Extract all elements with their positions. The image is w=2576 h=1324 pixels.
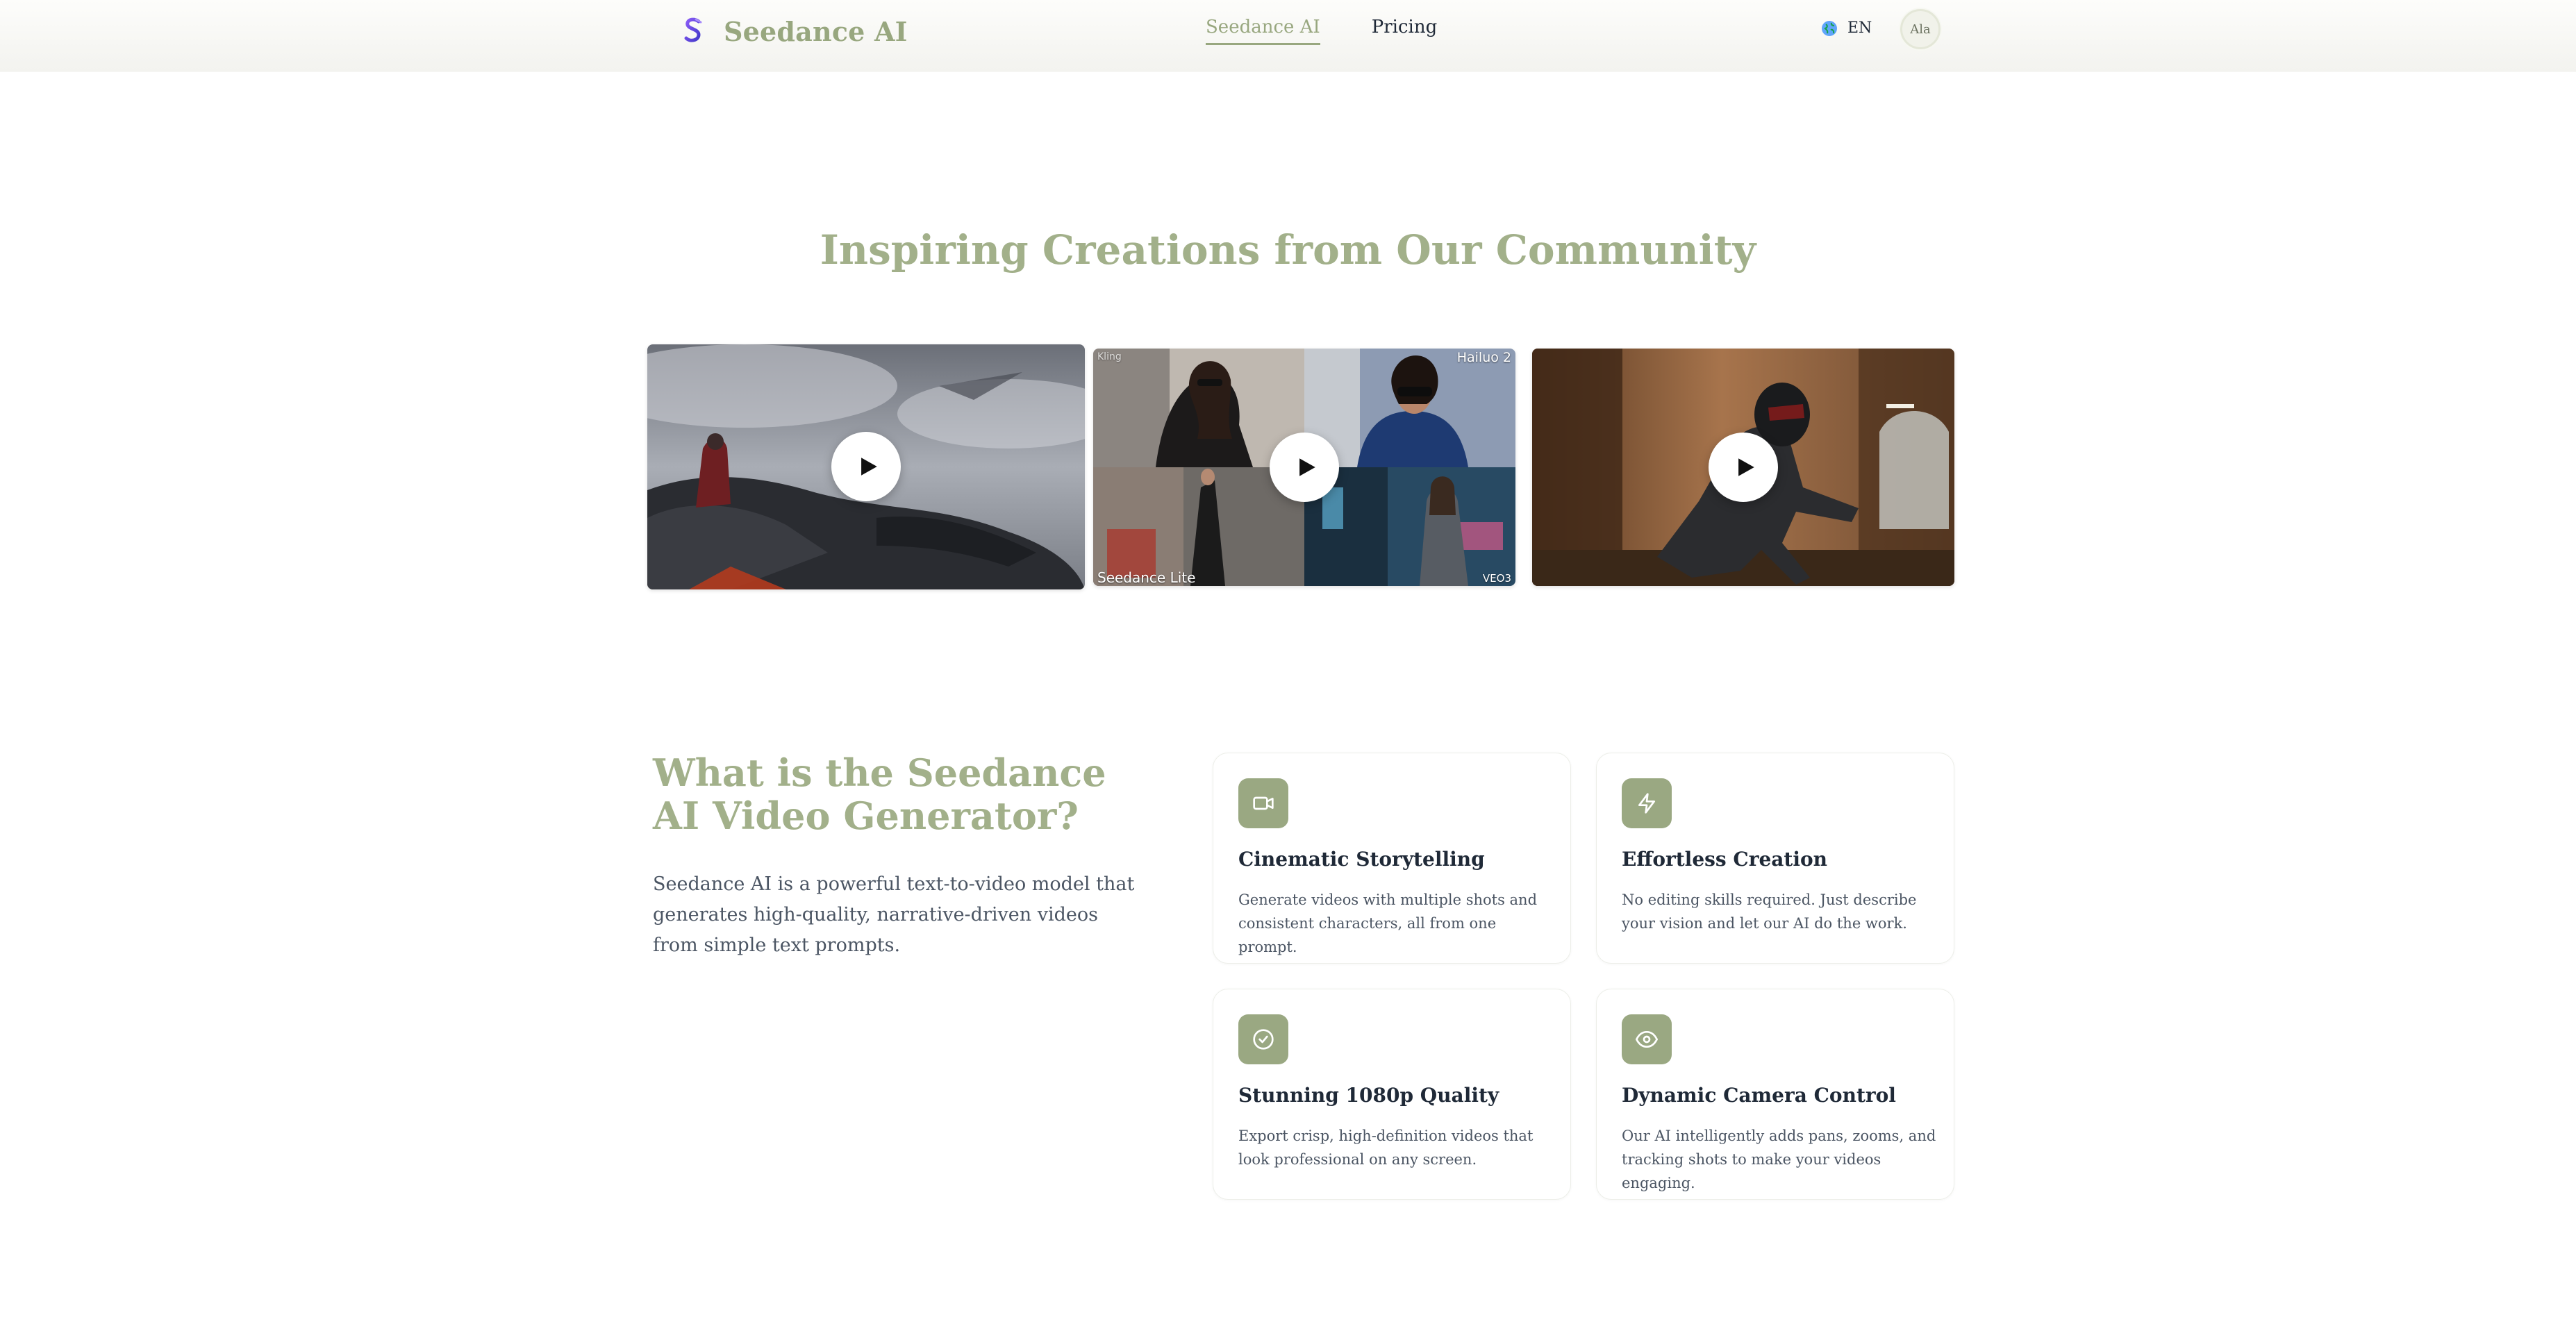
play-icon [1738,458,1754,476]
feature-description: No editing skills required. Just describ… [1622,891,1917,932]
video-card-running-man[interactable] [1532,349,1954,586]
model-tag-seedance-lite: Seedance Lite [1097,569,1196,586]
nav-item-seedance-ai[interactable]: Seedance AI [1206,17,1320,45]
feature-icon-box [1622,1014,1672,1064]
brand-logo[interactable]: Seedance AI [681,14,908,49]
avatar-initials: Ala [1910,22,1931,37]
play-icon [861,458,877,476]
seedance-logo-icon [684,17,702,42]
play-button[interactable] [1270,433,1339,502]
feature-description: Export crisp, high-definition videos tha… [1238,1128,1534,1168]
language-selector[interactable]: EN [1821,19,1872,37]
main-nav: Seedance AI Pricing [1206,17,1437,45]
model-tag-hailuo: Hailuo 2 [1456,350,1511,365]
feature-icon-box [1238,778,1288,828]
video-card-model-comparison[interactable]: Kling Hailuo 2 Seedance Lite VEO3 [1093,349,1515,586]
feature-card-effortless-creation: Effortless Creation No editing skills re… [1596,753,1954,964]
model-tag-kling: Kling [1097,351,1122,362]
feature-card-dynamic-camera: Dynamic Camera Control Our AI intelligen… [1596,989,1954,1200]
feature-description: Our AI intelligently adds pans, zooms, a… [1622,1128,1936,1191]
video-camera-icon [1253,796,1274,810]
feature-title: Cinematic Storytelling [1238,848,1485,871]
play-button[interactable] [831,432,901,501]
check-circle-icon [1253,1029,1274,1050]
feature-title: Stunning 1080p Quality [1238,1084,1499,1107]
feature-title: Dynamic Camera Control [1622,1084,1896,1107]
feature-card-cinematic-storytelling: Cinematic Storytelling Generate videos w… [1213,753,1571,964]
play-icon [1299,458,1315,476]
nav-item-pricing[interactable]: Pricing [1372,17,1438,45]
community-section-title: Inspiring Creations from Our Community [820,226,1756,274]
feature-title: Effortless Creation [1622,848,1828,871]
about-description: Seedance AI is a powerful text-to-video … [653,873,1135,956]
feature-icon-box [1622,778,1672,828]
about-section-title: What is the Seedance AI Video Generator? [653,751,1106,838]
lightning-icon [1638,793,1655,814]
video-card-dragon-rider[interactable] [647,344,1085,589]
eye-icon [1636,1031,1658,1048]
feature-description: Generate videos with multiple shots and … [1238,891,1538,955]
feature-card-stunning-quality: Stunning 1080p Quality Export crisp, hig… [1213,989,1571,1200]
model-tag-veo3: VEO3 [1482,572,1511,585]
top-header: Seedance AI Seedance AI Pricing EN Ala [0,0,2576,72]
feature-icon-box [1238,1014,1288,1064]
play-button[interactable] [1709,433,1778,502]
language-label: EN [1847,19,1872,37]
brand-name: Seedance AI [724,15,908,47]
user-avatar[interactable]: Ala [1900,9,1941,49]
globe-icon [1822,20,1837,36]
